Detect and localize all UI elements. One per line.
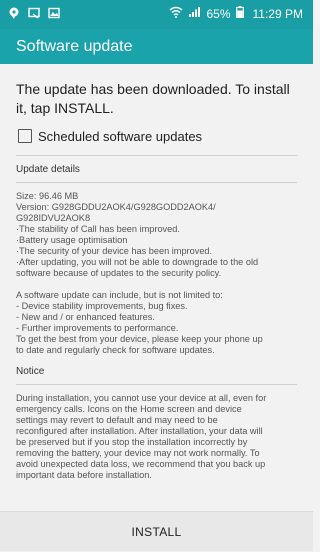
- details-line: ·The stability of Call has been improved…: [16, 224, 180, 234]
- notice-line: During installation, you cannot use your…: [16, 393, 267, 403]
- update-details-text: Size: 96.46 MB Version: G928GDDU2AOK4/G9…: [16, 191, 297, 356]
- details-line: To get the best from your device, please…: [16, 334, 263, 344]
- notice-line: avoid unexpected data loss, we recommend…: [16, 459, 266, 469]
- notification-bubble-icon: [8, 7, 20, 22]
- install-button[interactable]: INSTALL: [0, 512, 313, 552]
- details-line: G928IDVU2AOK8: [16, 213, 91, 223]
- details-line: - New and / or enhanced features.: [16, 312, 155, 322]
- scheduled-updates-checkbox-row[interactable]: Scheduled software updates: [16, 126, 297, 146]
- update-details-title: Update details: [16, 164, 297, 183]
- battery-percent: 65%: [206, 6, 231, 21]
- details-line: - Further improvements to performance.: [16, 323, 179, 333]
- scheduled-updates-label[interactable]: Scheduled software updates: [38, 129, 202, 144]
- notice-line: emergency calls. Icons on the Home scree…: [16, 404, 242, 414]
- cast-icon: [28, 7, 40, 22]
- details-line: ·The security of your device has been im…: [16, 246, 213, 256]
- status-time: 11:29 PM: [252, 6, 303, 21]
- battery-icon: [235, 6, 244, 21]
- wifi-icon: [169, 6, 183, 21]
- notice-line: reconfigured after installation. After i…: [16, 426, 263, 436]
- details-line: ·Battery usage optimisation: [16, 235, 128, 245]
- notice-line: important data before installation.: [16, 470, 152, 480]
- notice-text: During installation, you cannot use your…: [16, 393, 297, 481]
- signal-icon: [188, 6, 201, 21]
- details-line: A software update can include, but is no…: [16, 290, 223, 300]
- scheduled-updates-checkbox[interactable]: [18, 129, 32, 143]
- status-system-icons: 65% 11:29 PM: [169, 6, 303, 21]
- details-line: Version: G928GDDU2AOK4/G928GODD2AOK4/: [16, 202, 216, 212]
- details-line: software because of updates to the secur…: [16, 268, 222, 278]
- gallery-icon: [48, 7, 60, 22]
- details-line: to date and regularly check for software…: [16, 345, 215, 355]
- notice-title: Notice: [16, 366, 297, 385]
- status-bar: 65% 11:29 PM: [0, 0, 313, 29]
- app-bar: Software update: [0, 29, 313, 64]
- notice-line: be preserved but if you stop the install…: [16, 437, 248, 447]
- update-content[interactable]: The update has been downloaded. To insta…: [0, 64, 313, 511]
- bottom-action-bar: INSTALL: [0, 511, 313, 551]
- divider: [16, 155, 297, 156]
- details-line: ·After updating, you will not be able to…: [16, 257, 259, 267]
- notice-line: removing the battery, your device may no…: [16, 448, 260, 458]
- notice-line: settings may revert to default and may n…: [16, 415, 218, 425]
- details-line: Size: 96.46 MB: [16, 191, 79, 201]
- status-notification-icons: [8, 7, 60, 22]
- page-title: Software update: [16, 38, 133, 55]
- details-line: - Device stability improvements, bug fix…: [16, 301, 188, 311]
- update-headline: The update has been downloaded. To insta…: [16, 81, 290, 116]
